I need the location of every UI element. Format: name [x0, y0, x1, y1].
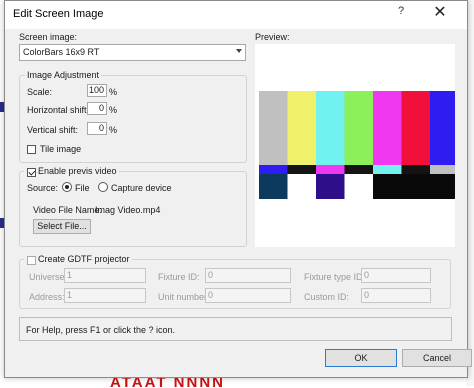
video-file-value: Imag Video.mp4: [95, 205, 161, 215]
enable-previs-legend: Enable previs video: [24, 166, 119, 176]
vertical-shift-label: Vertical shift:: [27, 125, 79, 135]
image-adjustment-legend: Image Adjustment: [25, 70, 102, 80]
horizontal-shift-label: Horizontal shift:: [27, 105, 90, 115]
vertical-shift-input[interactable]: 0: [87, 122, 107, 135]
fixture-type-id-field[interactable]: 0: [361, 268, 431, 283]
horizontal-shift-unit: %: [109, 105, 118, 115]
middle-color-bar-3: [316, 165, 345, 174]
gdtf-legend: Create GDTF projector: [24, 254, 132, 264]
horizontal-shift-input[interactable]: 0: [87, 102, 107, 115]
enable-previs-checkbox[interactable]: [27, 168, 36, 177]
bottom-color-bar-2: [287, 174, 317, 199]
middle-color-bar-5: [373, 165, 402, 174]
middle-color-bar-2: [287, 165, 317, 174]
middle-color-bar-7: [430, 165, 459, 174]
top-color-bar-1: [259, 91, 288, 165]
address-label: Address:: [29, 292, 65, 302]
fixture-id-label: Fixture ID:: [158, 272, 200, 282]
ok-button[interactable]: OK: [325, 349, 397, 367]
source-file-radio[interactable]: [62, 182, 72, 192]
color-bars-image: [259, 91, 459, 199]
select-file-button[interactable]: Select File...: [33, 219, 91, 234]
help-status-bar: For Help, press F1 or click the ? icon.: [19, 317, 452, 341]
create-gdtf-checkbox[interactable]: [27, 256, 36, 265]
help-button[interactable]: ?: [389, 2, 413, 24]
middle-color-bar-1: [259, 165, 288, 174]
bottom-color-bar-5: [373, 174, 402, 199]
source-label: Source:: [27, 183, 59, 193]
scale-label: Scale:: [27, 87, 53, 97]
source-capture-label: Capture device: [111, 183, 172, 193]
vertical-shift-unit: %: [109, 125, 118, 135]
top-color-bar-6: [401, 91, 431, 165]
top-color-bar-7: [430, 91, 459, 165]
bottom-color-bar-1: [259, 174, 288, 199]
screen-image-label: Screen image:: [19, 32, 78, 42]
preview-panel: [255, 44, 459, 247]
custom-id-label: Custom ID:: [304, 292, 350, 302]
scale-unit: %: [109, 87, 118, 97]
tile-image-label: Tile image: [40, 144, 82, 154]
top-color-bar-2: [287, 91, 317, 165]
enable-previs-label: Enable previs video: [38, 166, 117, 176]
unit-number-field[interactable]: 0: [205, 288, 291, 303]
title-bar: Edit Screen Image ? ✕: [5, 1, 467, 29]
bottom-color-bar-4: [344, 174, 374, 199]
address-field[interactable]: 1: [64, 288, 146, 303]
source-capture-radio[interactable]: [98, 182, 108, 192]
middle-color-bar-4: [344, 165, 374, 174]
dialog-title: Edit Screen Image: [13, 8, 104, 20]
top-color-bar-5: [373, 91, 402, 165]
create-gdtf-label: Create GDTF projector: [38, 254, 130, 264]
top-color-bar-4: [344, 91, 374, 165]
help-status-text: For Help, press F1 or click the ? icon.: [26, 325, 176, 335]
universe-label: Universe:: [29, 272, 68, 282]
cancel-button[interactable]: Cancel: [402, 349, 472, 367]
custom-id-field[interactable]: 0: [361, 288, 431, 303]
source-file-label: File: [75, 183, 90, 193]
edit-screen-image-dialog: Edit Screen Image ? ✕ Screen image: Colo…: [4, 0, 472, 378]
chevron-down-icon: [236, 49, 242, 53]
middle-color-bar-6: [401, 165, 431, 174]
close-button[interactable]: ✕: [417, 1, 463, 25]
universe-field[interactable]: 1: [64, 268, 146, 283]
screen-image-dropdown[interactable]: ColorBars 16x9 RT: [19, 44, 246, 61]
top-color-bar-3: [316, 91, 345, 165]
fixture-type-id-label: Fixture type ID:: [304, 272, 366, 282]
scale-input[interactable]: 100: [87, 84, 107, 97]
bottom-color-bar-7: [430, 174, 459, 199]
tile-image-checkbox[interactable]: [27, 145, 36, 154]
bottom-color-bar-3: [316, 174, 345, 199]
preview-label: Preview:: [255, 32, 290, 42]
fixture-id-field[interactable]: 0: [205, 268, 291, 283]
unit-number-label: Unit number:: [158, 292, 210, 302]
screen-image-value: ColorBars 16x9 RT: [23, 47, 100, 57]
video-file-label: Video File Name:: [33, 205, 102, 215]
bottom-color-bar-6: [401, 174, 431, 199]
